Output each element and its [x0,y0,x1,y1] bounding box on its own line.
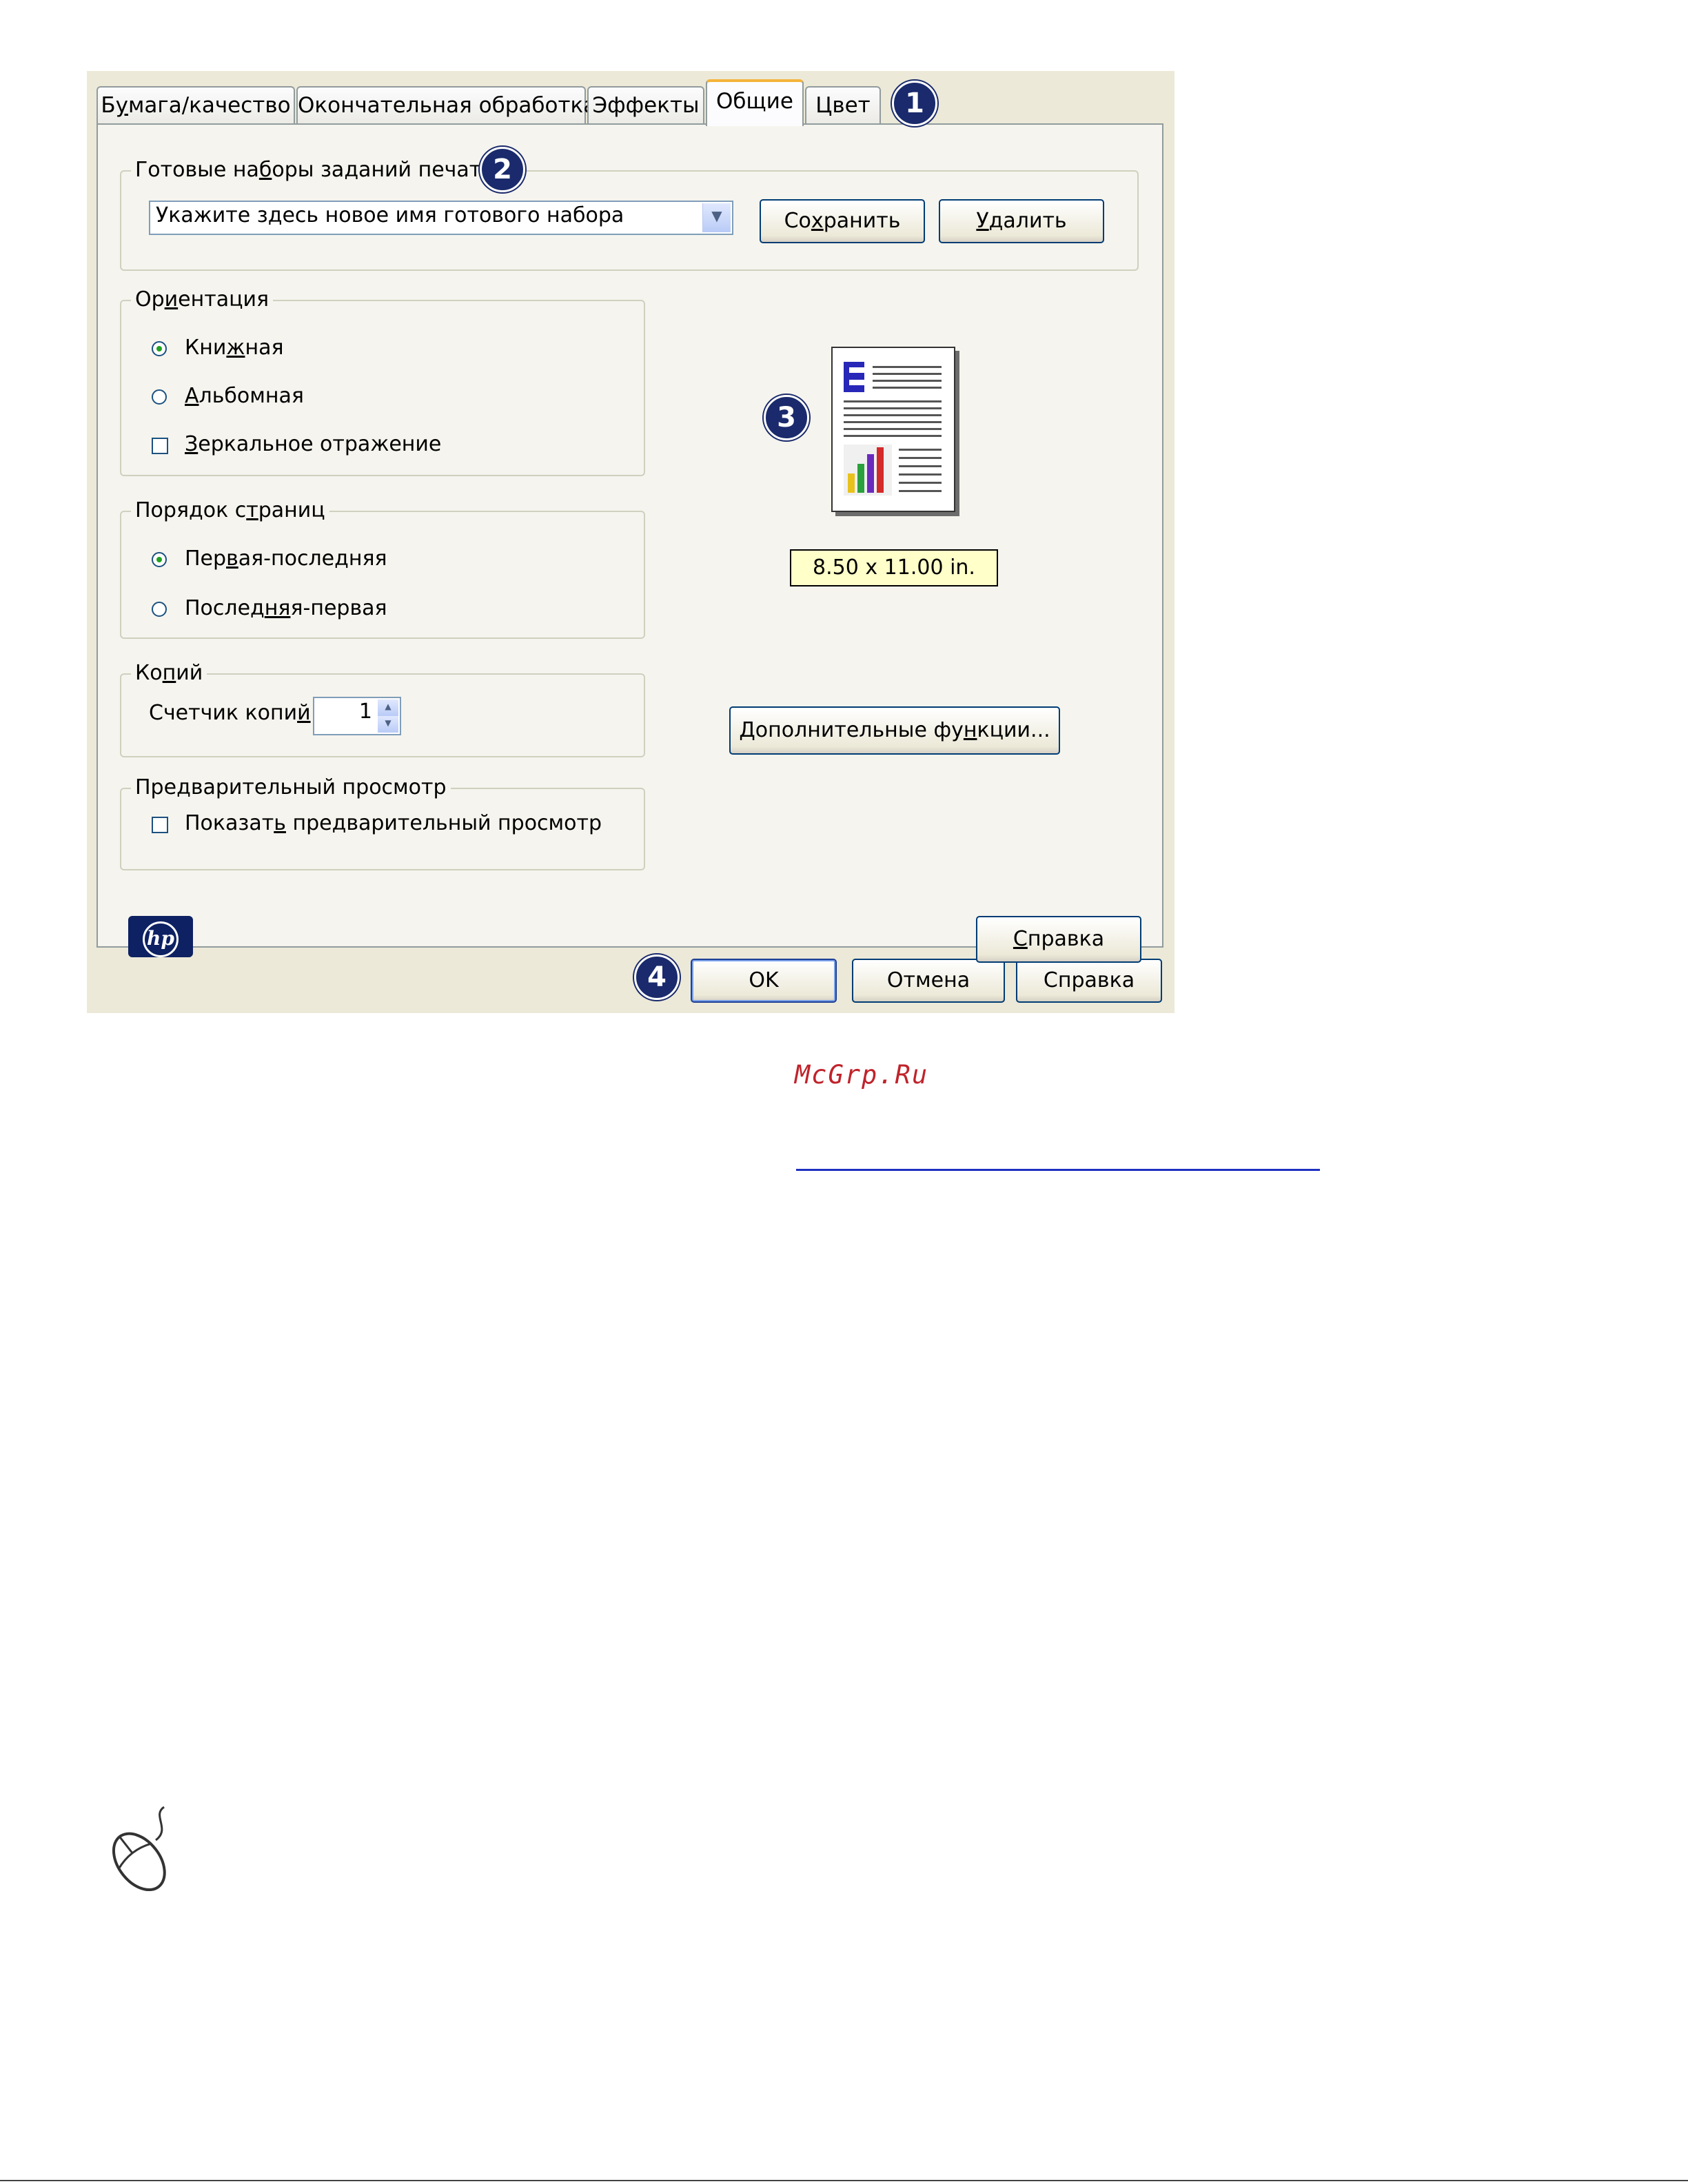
orientation-legend: Ориентация [131,286,274,314]
tab-panel-basics: Готовые наборы заданий печати Укажите зд… [96,123,1163,963]
advanced-features-button[interactable]: Дополнительные функции... [729,706,1060,755]
heading-block [844,362,864,392]
hp-logo: hp [128,916,193,957]
help-bottom-button[interactable]: Справка [1016,959,1162,1003]
first-to-last-radio[interactable] [152,552,167,567]
landscape-label: Альбомная [185,384,304,408]
mirror-image-label: Зеркальное отражение [185,432,442,456]
last-to-first-radio[interactable] [152,602,167,617]
help-button[interactable]: Справка [976,916,1141,963]
delete-preset-button[interactable]: Удалить [939,199,1104,243]
first-to-last-label: Первая-последняя [185,547,387,571]
show-preview-label: Показать предварительный просмотр [185,811,602,835]
portrait-label: Книжная [185,336,284,360]
tab-color[interactable]: Цвет [805,86,881,125]
preview-group: Предварительный просмотр Показать предва… [120,774,645,870]
cancel-button[interactable]: Отмена [852,959,1005,1003]
dropdown-arrow-icon[interactable]: ▼ [702,203,731,232]
spin-down-icon[interactable]: ▼ [378,716,398,733]
orientation-group: Ориентация Книжная Альбомная Зеркальное … [120,286,645,476]
paper-size-label: 8.50 x 11.00 in. [790,549,998,586]
mirror-image-checkbox[interactable] [152,438,168,454]
copies-legend: Копий [131,660,207,687]
page-order-legend: Порядок страниц [131,497,329,524]
last-to-first-label: Последняя-первая [185,596,387,620]
copies-value: 1 [358,700,372,724]
tab-basics[interactable]: Общие [706,79,804,126]
portrait-radio[interactable] [152,341,167,356]
tab-effects[interactable]: Эффекты [587,86,704,125]
callout-4: 4 [634,955,680,1000]
presets-group: Готовые наборы заданий печати Укажите зд… [120,156,1139,271]
mouse-icon [112,1806,166,1892]
page-preview-icon [831,347,955,512]
page-bottom-rule [0,2180,1688,2181]
copies-spinner[interactable]: 1 ▲ ▼ [313,697,401,735]
preview-legend: Предварительный просмотр [131,774,451,802]
ok-button[interactable]: OK [691,959,837,1003]
show-preview-checkbox[interactable] [152,817,168,833]
tab-paper-quality[interactable]: Бумага/качество [96,86,295,125]
bar-chart-icon [844,445,892,496]
preset-name-value: Укажите здесь новое имя готового набора [156,203,624,227]
copies-group: Копий Счетчик копий 1 ▲ ▼ [120,660,645,757]
page-order-group: Порядок страниц Первая-последняя Последн… [120,497,645,639]
link-underline[interactable] [796,1169,1320,1171]
watermark: McGrp.Ru [794,1060,929,1090]
spin-up-icon[interactable]: ▲ [378,700,398,716]
copies-spin-buttons[interactable]: ▲ ▼ [378,700,398,733]
presets-legend: Готовые наборы заданий печати [131,156,499,184]
preset-name-combo[interactable]: Укажите здесь новое имя готового набора … [149,201,733,235]
callout-1: 1 [892,81,937,126]
printer-properties-dialog: Бумага/качество Окончательная обработка … [87,71,1175,1013]
save-preset-button[interactable]: Сохранить [760,199,925,243]
callout-3: 3 [764,395,809,440]
callout-2: 2 [480,147,525,192]
landscape-radio[interactable] [152,389,167,405]
copies-counter-label: Счетчик копий [149,701,311,725]
tab-finishing[interactable]: Окончательная обработка [296,86,596,125]
